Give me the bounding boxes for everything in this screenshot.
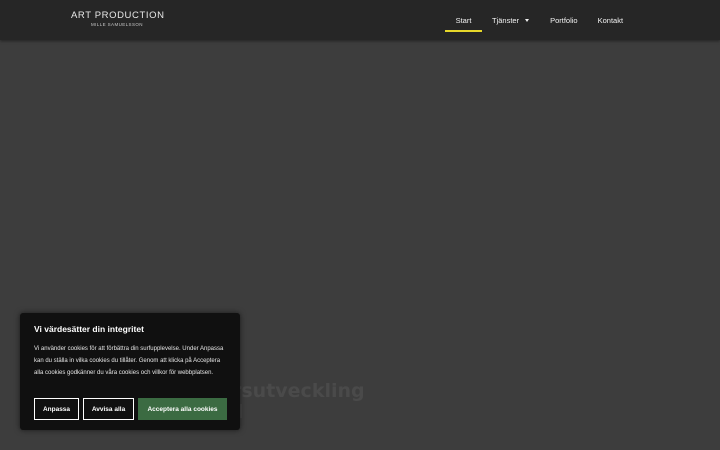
main-nav: Start Tjänster Portfolio Kontakt (445, 0, 623, 40)
customize-button[interactable]: Anpassa (34, 398, 79, 420)
active-nav-indicator (445, 30, 482, 32)
nav-item-kontakt[interactable]: Kontakt (598, 0, 623, 40)
site-header: ART PRODUCTION MILLE SAMUELSSON Start Tj… (0, 0, 720, 40)
logo-subtitle: MILLE SAMUELSSON (91, 22, 143, 27)
accept-all-cookies-button[interactable]: Acceptera alla cookies (138, 398, 227, 420)
nav-item-label: Start (455, 15, 472, 25)
nav-item-start[interactable]: Start (445, 0, 482, 40)
nav-item-portfolio[interactable]: Portfolio (550, 0, 578, 40)
hero-decoration (240, 404, 242, 418)
site-logo[interactable]: ART PRODUCTION MILLE SAMUELSSON (71, 10, 165, 32)
nav-item-label: Portfolio (550, 15, 578, 25)
cookie-dialog-title: Vi värdesätter din integritet (34, 324, 144, 334)
page: ART PRODUCTION MILLE SAMUELSSON Start Tj… (0, 0, 720, 450)
hero-heading: rsutveckling (232, 380, 365, 402)
reject-all-button[interactable]: Avvisa alla (83, 398, 134, 420)
cookie-consent-dialog: Vi värdesätter din integritet Vi använde… (20, 313, 240, 430)
chevron-down-icon[interactable] (525, 18, 530, 22)
cookie-dialog-text: Vi använder cookies för att förbättra di… (34, 346, 224, 376)
nav-item-label: Tjänster (492, 15, 520, 25)
nav-item-tjanster[interactable]: Tjänster (492, 0, 530, 40)
logo-title: ART PRODUCTION (71, 10, 165, 21)
nav-item-label: Kontakt (597, 15, 624, 25)
